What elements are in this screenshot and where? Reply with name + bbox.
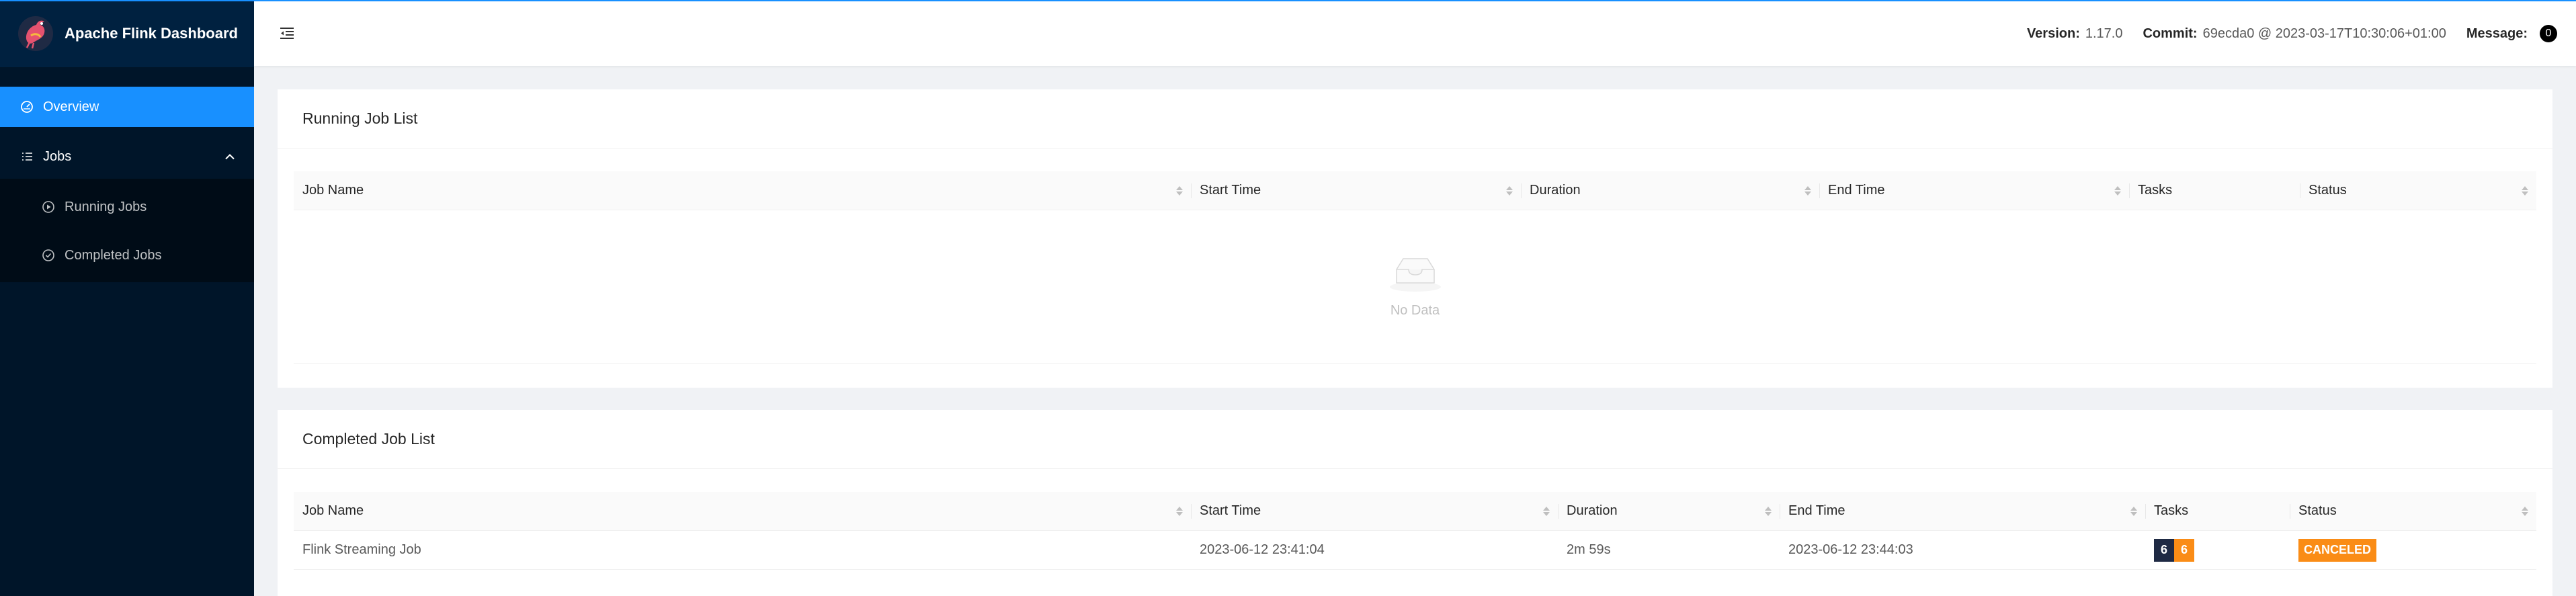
completed-job-table: Job Name Start Time Duration End Time Ta… <box>294 492 2536 570</box>
column-header-duration[interactable]: Duration <box>1521 171 1819 210</box>
sidebar-item-jobs[interactable]: Jobs <box>0 134 254 179</box>
sidebar-item-running-jobs[interactable]: Running Jobs <box>0 183 254 231</box>
version-value: 1.17.0 <box>2085 26 2123 41</box>
list-icon <box>20 150 34 163</box>
column-header-job-name[interactable]: Job Name <box>294 492 1191 530</box>
sort-icon[interactable] <box>2522 506 2528 516</box>
sort-icon[interactable] <box>1804 185 1811 196</box>
cell-tasks: 6 6 <box>2145 531 2290 569</box>
card-title: Running Job List <box>278 89 2552 148</box>
sort-icon[interactable] <box>1176 185 1183 196</box>
cell-job-name: Flink Streaming Job <box>302 542 421 557</box>
commit-label: Commit: <box>2143 26 2198 41</box>
running-job-table: Job Name Start Time Duration End Time Ta… <box>294 171 2536 364</box>
sidebar: Apache Flink Dashboard Overview Jobs Run… <box>0 0 254 596</box>
logo-area[interactable]: Apache Flink Dashboard <box>0 0 254 67</box>
menu-fold-icon[interactable] <box>278 25 296 42</box>
message-info[interactable]: Message: 0 <box>2466 25 2557 42</box>
cell-duration: 2m 59s <box>1567 542 1611 557</box>
header-info: Version: 1.17.0 Commit: 69ecda0 @ 2023-0… <box>2007 25 2557 42</box>
completed-job-card: Completed Job List Job Name Start Time D… <box>278 410 2552 596</box>
inbox-icon <box>1387 255 1444 296</box>
cell-start-time: 2023-06-12 23:41:04 <box>1200 542 1325 557</box>
sidebar-item-label: Running Jobs <box>65 199 147 214</box>
flink-logo <box>17 15 54 52</box>
sidebar-item-overview[interactable]: Overview <box>0 87 254 127</box>
sidebar-item-label: Overview <box>43 99 99 114</box>
status-badge: CANCELED <box>2298 538 2377 562</box>
top-header: Version: 1.17.0 Commit: 69ecda0 @ 2023-0… <box>254 1 2576 66</box>
check-circle-icon <box>42 249 55 262</box>
play-circle-icon <box>42 200 55 214</box>
column-header-status[interactable]: Status <box>2300 171 2536 210</box>
task-count-badges: 6 6 <box>2154 538 2194 562</box>
version-info: Version: 1.17.0 <box>2027 26 2123 42</box>
column-header-start-time[interactable]: Start Time <box>1191 492 1558 530</box>
sidebar-item-label: Jobs <box>43 148 72 164</box>
cell-status: CANCELED <box>2290 531 2536 569</box>
message-label: Message: <box>2466 26 2528 41</box>
tasks-total-badge: 6 <box>2154 538 2174 562</box>
table-row[interactable]: Flink Streaming Job 2023-06-12 23:41:04 … <box>294 531 2536 570</box>
chevron-up-icon <box>224 149 235 165</box>
column-header-tasks: Tasks <box>2129 171 2300 210</box>
sort-icon[interactable] <box>1765 506 1772 516</box>
commit-info: Commit: 69ecda0 @ 2023-03-17T10:30:06+01… <box>2143 26 2446 42</box>
column-header-tasks: Tasks <box>2145 492 2290 530</box>
table-header: Job Name Start Time Duration End Time Ta… <box>294 171 2536 210</box>
column-header-status[interactable]: Status <box>2290 492 2536 530</box>
column-header-end-time[interactable]: End Time <box>1819 171 2129 210</box>
column-header-start-time[interactable]: Start Time <box>1191 171 1521 210</box>
sort-icon[interactable] <box>2522 185 2528 196</box>
version-label: Version: <box>2026 26 2080 41</box>
sort-icon[interactable] <box>1543 506 1550 516</box>
empty-text: No Data <box>1390 303 1440 318</box>
top-accent-line <box>0 0 2576 1</box>
sort-icon[interactable] <box>1176 506 1183 516</box>
card-title: Completed Job List <box>278 410 2552 469</box>
running-job-card: Running Job List Job Name Start Time Dur… <box>278 89 2552 388</box>
sort-icon[interactable] <box>2114 185 2121 196</box>
tasks-canceled-badge: 6 <box>2174 538 2194 562</box>
jobs-submenu: Running Jobs Completed Jobs <box>0 179 254 282</box>
sidebar-item-label: Completed Jobs <box>65 247 162 263</box>
column-header-duration[interactable]: Duration <box>1558 492 1780 530</box>
column-header-end-time[interactable]: End Time <box>1780 492 2145 530</box>
cell-end-time: 2023-06-12 23:44:03 <box>1788 542 1913 557</box>
commit-value: 69ecda0 @ 2023-03-17T10:30:06+01:00 <box>2202 26 2446 41</box>
table-header: Job Name Start Time Duration End Time Ta… <box>294 492 2536 531</box>
sort-icon[interactable] <box>1506 185 1513 196</box>
app-title: Apache Flink Dashboard <box>65 25 238 42</box>
dashboard-icon <box>20 100 34 114</box>
empty-state: No Data <box>294 210 2536 364</box>
column-header-job-name[interactable]: Job Name <box>294 171 1191 210</box>
sidebar-item-completed-jobs[interactable]: Completed Jobs <box>0 231 254 280</box>
sort-icon[interactable] <box>2130 506 2137 516</box>
message-count-badge[interactable]: 0 <box>2540 25 2557 42</box>
